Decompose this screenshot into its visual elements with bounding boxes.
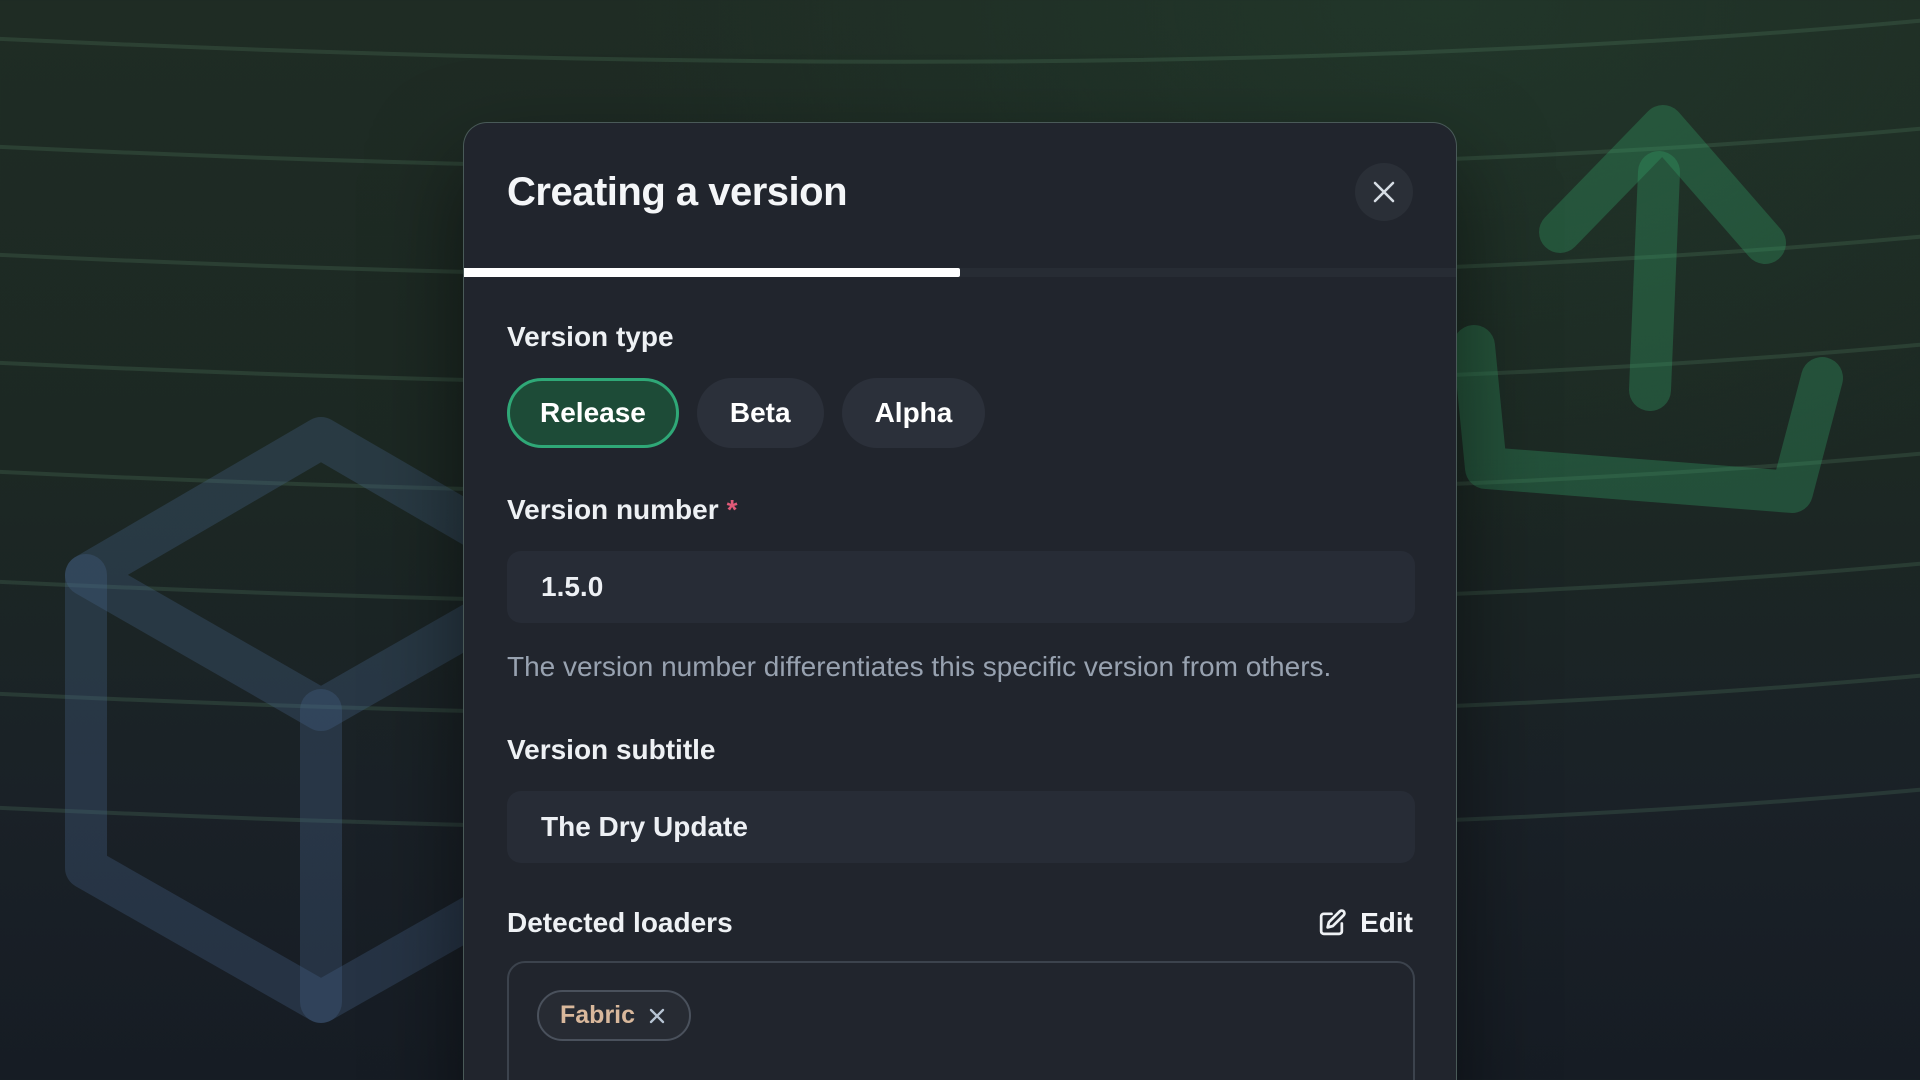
progress-bar bbox=[464, 268, 1456, 277]
version-number-input[interactable] bbox=[507, 551, 1415, 623]
version-subtitle-input[interactable] bbox=[507, 791, 1415, 863]
version-type-release-button[interactable]: Release bbox=[507, 378, 679, 448]
square-pen-icon bbox=[1316, 908, 1347, 939]
loader-chip-label: Fabric bbox=[560, 1001, 635, 1030]
version-subtitle-section: Version subtitle bbox=[507, 734, 1413, 863]
modal-title: Creating a version bbox=[507, 169, 847, 215]
create-version-modal: Creating a version Version type Release … bbox=[463, 122, 1457, 1080]
detected-loaders-section: Detected loaders Edit Fabric bbox=[507, 907, 1413, 1080]
close-button[interactable] bbox=[1355, 163, 1413, 221]
version-type-options: Release Beta Alpha bbox=[507, 378, 1413, 448]
version-number-section: Version number * The version number diffe… bbox=[507, 494, 1413, 688]
version-type-label: Version type bbox=[507, 321, 1413, 353]
remove-icon[interactable] bbox=[646, 1005, 668, 1027]
detected-loaders-box: Fabric bbox=[507, 961, 1415, 1080]
edit-loaders-button[interactable]: Edit bbox=[1316, 907, 1413, 939]
detected-loaders-label: Detected loaders bbox=[507, 907, 733, 939]
close-icon bbox=[1371, 179, 1397, 205]
version-number-label-text: Version number bbox=[507, 494, 719, 525]
version-type-section: Version type Release Beta Alpha bbox=[507, 321, 1413, 448]
edit-label: Edit bbox=[1360, 907, 1413, 939]
modal-header: Creating a version bbox=[464, 123, 1456, 221]
progress-fill bbox=[464, 268, 960, 277]
upload-arrow-icon bbox=[1474, 126, 1822, 492]
modal-body: Version type Release Beta Alpha Version … bbox=[464, 277, 1456, 1080]
version-type-beta-button[interactable]: Beta bbox=[697, 378, 824, 448]
loader-chip-fabric: Fabric bbox=[537, 990, 691, 1041]
required-asterisk: * bbox=[727, 494, 738, 525]
version-type-alpha-button[interactable]: Alpha bbox=[842, 378, 986, 448]
version-number-label: Version number * bbox=[507, 494, 1413, 526]
version-subtitle-label: Version subtitle bbox=[507, 734, 1413, 766]
version-number-help: The version number differentiates this s… bbox=[507, 647, 1362, 688]
